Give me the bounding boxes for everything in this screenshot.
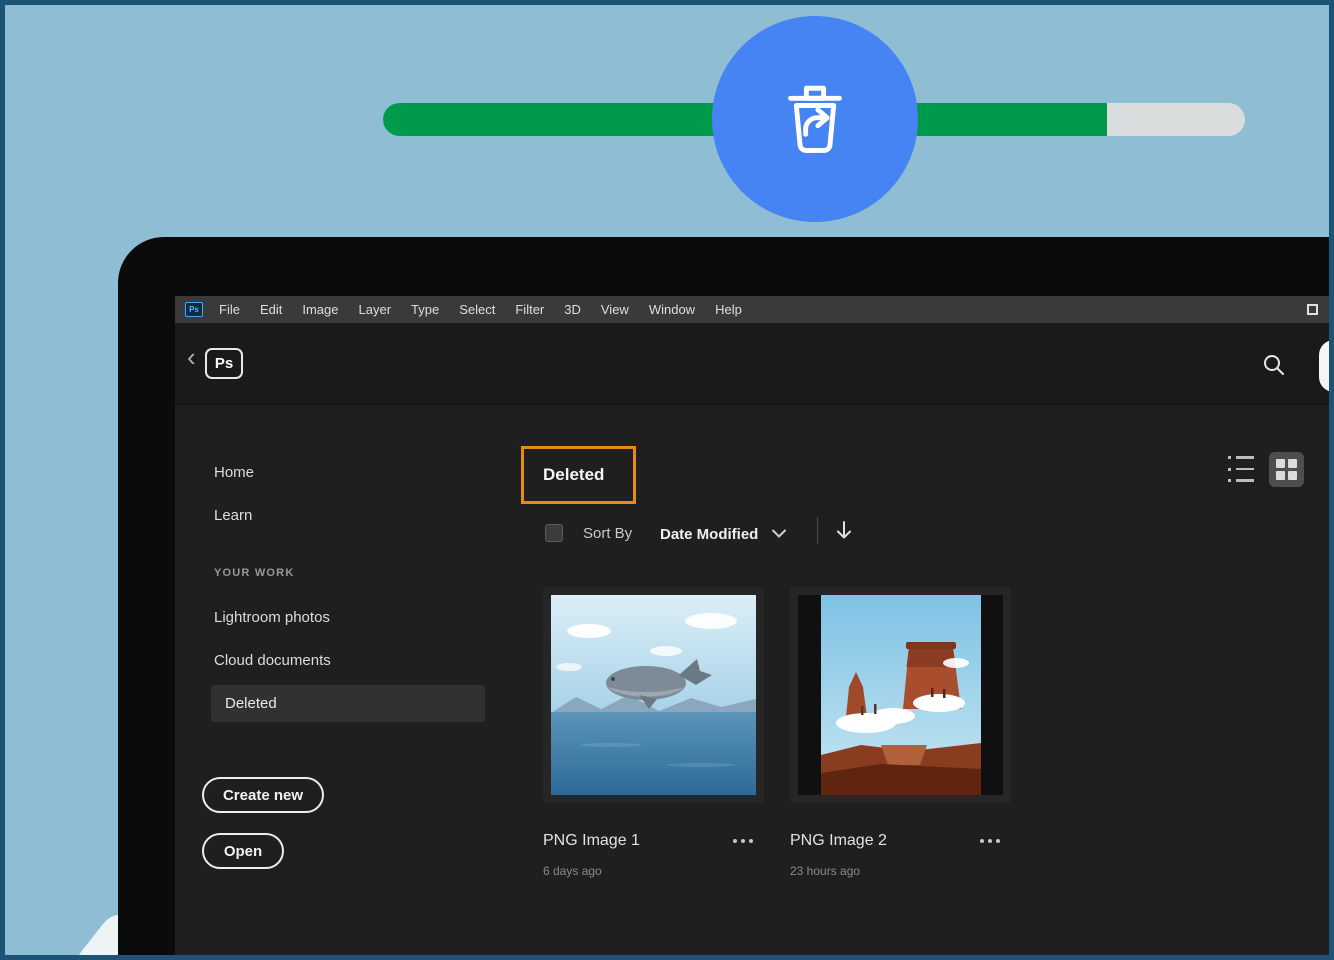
sidebar-item-lightroom-photos[interactable]: Lightroom photos [214, 609, 330, 626]
menu-help[interactable]: Help [715, 302, 742, 317]
chevron-down-icon [772, 525, 786, 543]
list-view-button[interactable] [1228, 456, 1256, 482]
sort-direction-button[interactable] [835, 519, 857, 543]
sort-dropdown-value: Date Modified [660, 526, 758, 543]
sort-checkbox[interactable] [545, 524, 563, 542]
photoshop-window: Ps File Edit Image Layer Type Select Fil… [175, 296, 1334, 960]
avatar[interactable] [1319, 340, 1334, 392]
arrow-down-icon [835, 528, 853, 545]
search-button[interactable] [1262, 353, 1286, 377]
menu-bar: Ps File Edit Image Layer Type Select Fil… [175, 296, 1334, 323]
divider [817, 517, 818, 544]
sort-dropdown[interactable]: Date Modified [660, 525, 786, 543]
menu-select[interactable]: Select [459, 302, 495, 317]
menu-window[interactable]: Window [649, 302, 695, 317]
sidebar-item-deleted[interactable]: Deleted [211, 685, 485, 722]
sidebar-item-cloud-documents[interactable]: Cloud documents [214, 652, 331, 669]
document-thumbnail-desert [798, 595, 1003, 795]
create-new-button[interactable]: Create new [202, 777, 324, 813]
menu-3d[interactable]: 3D [564, 302, 581, 317]
document-modified-time: 6 days ago [543, 864, 602, 878]
sidebar-item-deleted-label: Deleted [225, 695, 277, 712]
menu-file[interactable]: File [219, 302, 240, 317]
list-view-icon-row [1228, 479, 1256, 482]
sidebar-item-home[interactable]: Home [214, 464, 254, 481]
window-controls [1287, 296, 1318, 323]
sidebar-item-learn[interactable]: Learn [214, 507, 252, 524]
document-title: PNG Image 2 [790, 832, 887, 850]
maximize-icon [1307, 304, 1318, 315]
more-options-button[interactable] [980, 839, 1000, 843]
document-card-png-image-2[interactable] [790, 587, 1011, 803]
search-icon [1262, 364, 1286, 381]
open-button[interactable]: Open [202, 833, 284, 869]
grid-view-icon [1276, 459, 1297, 480]
more-options-button[interactable] [733, 839, 753, 843]
sort-by-label: Sort By [583, 525, 632, 542]
page-title: Deleted [543, 465, 604, 485]
back-button[interactable]: ‹ [187, 344, 196, 370]
document-card-png-image-1[interactable] [543, 587, 764, 803]
title-highlight-box: Deleted [521, 446, 636, 504]
tutorial-graphic: Ps File Edit Image Layer Type Select Fil… [0, 0, 1334, 960]
menu-items: File Edit Image Layer Type Select Filter… [219, 302, 742, 317]
menu-view[interactable]: View [601, 302, 629, 317]
app-header [175, 323, 1334, 405]
restore-from-trash-icon [769, 71, 861, 168]
grid-view-button[interactable] [1269, 452, 1304, 487]
photoshop-logo: Ps [205, 348, 243, 379]
menu-image[interactable]: Image [302, 302, 338, 317]
menu-type[interactable]: Type [411, 302, 439, 317]
document-thumbnail-whale [551, 595, 756, 795]
list-view-icon-row [1228, 468, 1256, 471]
menu-layer[interactable]: Layer [359, 302, 392, 317]
restore-from-trash-badge [712, 16, 918, 222]
menu-filter[interactable]: Filter [515, 302, 544, 317]
document-modified-time: 23 hours ago [790, 864, 860, 878]
document-title: PNG Image 1 [543, 832, 640, 850]
maximize-button[interactable] [1307, 304, 1318, 315]
menu-edit[interactable]: Edit [260, 302, 282, 317]
list-view-icon [1228, 456, 1256, 459]
photoshop-app-icon: Ps [185, 302, 203, 317]
sidebar-section-your-work: YOUR WORK [214, 567, 294, 579]
